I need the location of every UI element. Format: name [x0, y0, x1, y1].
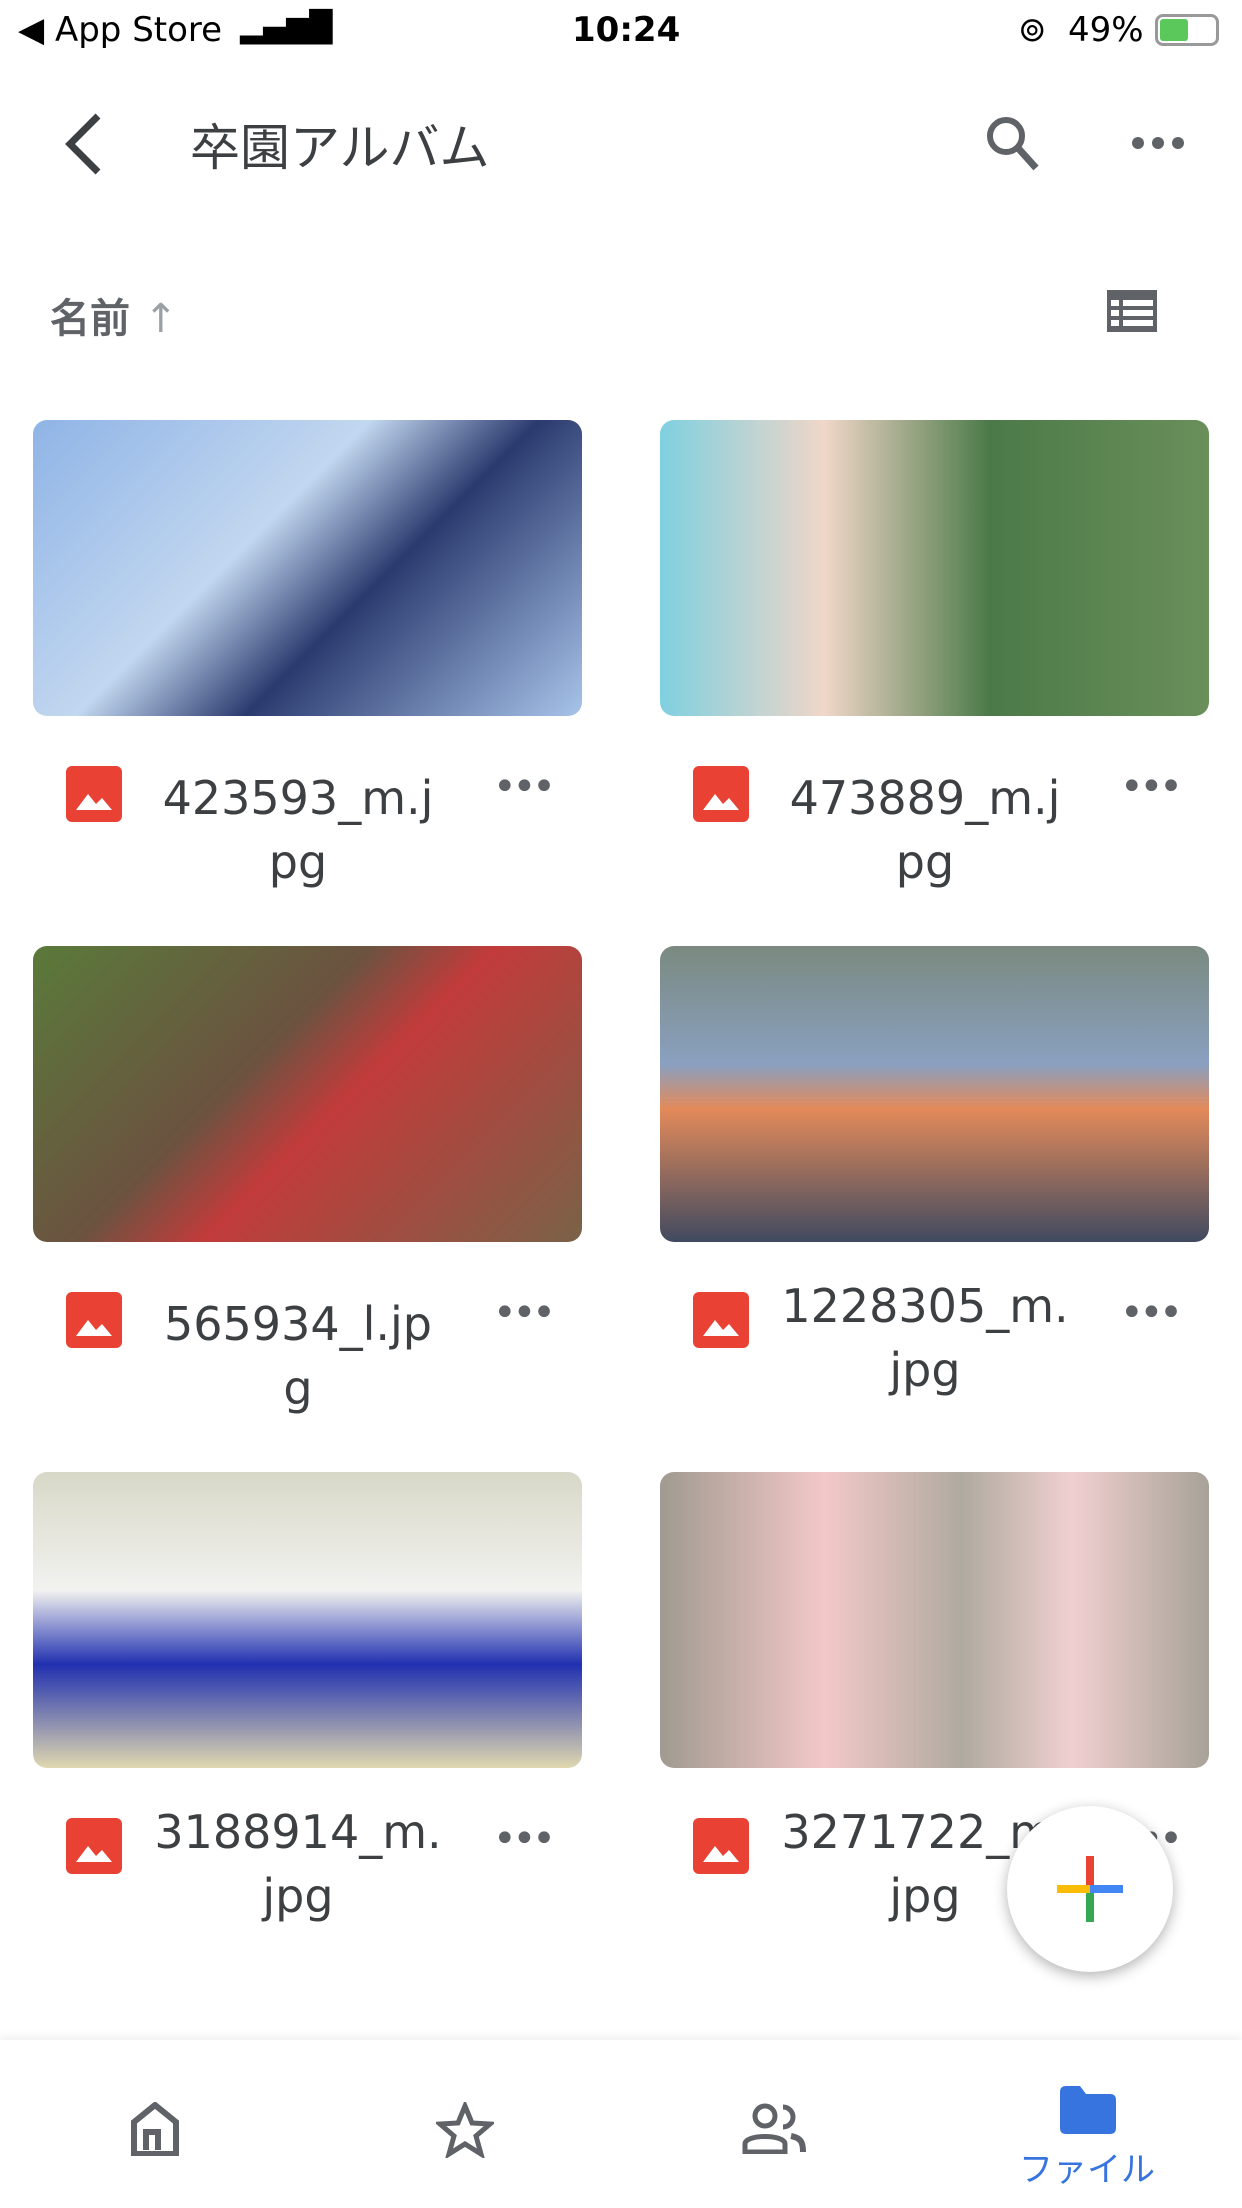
star-icon	[436, 2102, 494, 2158]
file-card[interactable]: 565934_l.jpg •••	[33, 946, 582, 1415]
file-name: 423593_m.jpg	[162, 771, 434, 889]
arrow-up-icon: ↑	[143, 296, 178, 342]
file-card[interactable]: 3188914_m.jpg •••	[33, 1472, 582, 1923]
more-options-icon[interactable]: •••	[493, 1290, 556, 1336]
back-icon[interactable]	[62, 112, 106, 176]
home-icon	[131, 2102, 179, 2156]
more-options-icon[interactable]: •••	[1120, 1290, 1183, 1336]
file-thumbnail[interactable]	[33, 946, 582, 1242]
signal-icon: ▂▄▆█	[240, 10, 333, 45]
file-name: 473889_m.jpg	[789, 771, 1061, 889]
more-options-icon[interactable]: •••	[493, 1816, 556, 1862]
battery-percent: 49%	[1068, 10, 1144, 50]
file-thumbnail[interactable]	[33, 1472, 582, 1768]
more-options-icon[interactable]	[1130, 132, 1186, 154]
file-card[interactable]: 1228305_m.jpg •••	[660, 946, 1209, 1397]
nav-files-label: ファイル	[1019, 2150, 1155, 2190]
nav-shared[interactable]	[620, 2040, 930, 2208]
status-bar: ◀ App Store ▂▄▆█ 10:24 ⊚ 49%	[0, 0, 1242, 62]
more-options-icon[interactable]: •••	[493, 764, 556, 810]
nav-home[interactable]	[0, 2040, 310, 2208]
nav-starred[interactable]	[310, 2040, 620, 2208]
file-name: 1228305_m.jpg	[781, 1279, 1069, 1397]
battery-icon	[1155, 14, 1219, 46]
file-card[interactable]: 473889_m.jpg •••	[660, 420, 1209, 889]
file-card[interactable]: 423593_m.jpg •••	[33, 420, 582, 889]
clock: 10:24	[572, 10, 681, 50]
list-view-icon[interactable]	[1107, 290, 1157, 332]
image-file-icon	[66, 1292, 122, 1348]
folder-icon	[1060, 2086, 1116, 2134]
new-button[interactable]	[1007, 1806, 1173, 1972]
file-name: 565934_l.jpg	[164, 1297, 432, 1415]
orientation-lock-icon: ⊚	[1018, 10, 1047, 50]
file-thumbnail[interactable]	[660, 946, 1209, 1242]
plus-icon	[1057, 1856, 1123, 1922]
file-thumbnail[interactable]	[660, 420, 1209, 716]
more-options-icon[interactable]: •••	[1120, 764, 1183, 810]
nav-files[interactable]: ファイル	[932, 2040, 1242, 2208]
file-thumbnail[interactable]	[33, 420, 582, 716]
sort-label: 名前	[50, 296, 130, 342]
sort-by-button[interactable]: 名前 ↑	[50, 286, 177, 344]
shared-people-icon	[742, 2103, 806, 2154]
image-file-icon	[66, 766, 122, 822]
search-icon[interactable]	[984, 114, 1040, 172]
file-name: 3188914_m.jpg	[154, 1805, 442, 1923]
file-thumbnail[interactable]	[660, 1472, 1209, 1768]
image-file-icon	[66, 1818, 122, 1874]
image-file-icon	[693, 1818, 749, 1874]
back-to-app-link[interactable]: ◀ App Store	[18, 10, 222, 50]
image-file-icon	[693, 1292, 749, 1348]
bottom-navigation: ファイル	[0, 2040, 1242, 2208]
image-file-icon	[693, 766, 749, 822]
page-title: 卒園アルバム	[190, 119, 490, 177]
back-app-label: App Store	[54, 10, 223, 50]
